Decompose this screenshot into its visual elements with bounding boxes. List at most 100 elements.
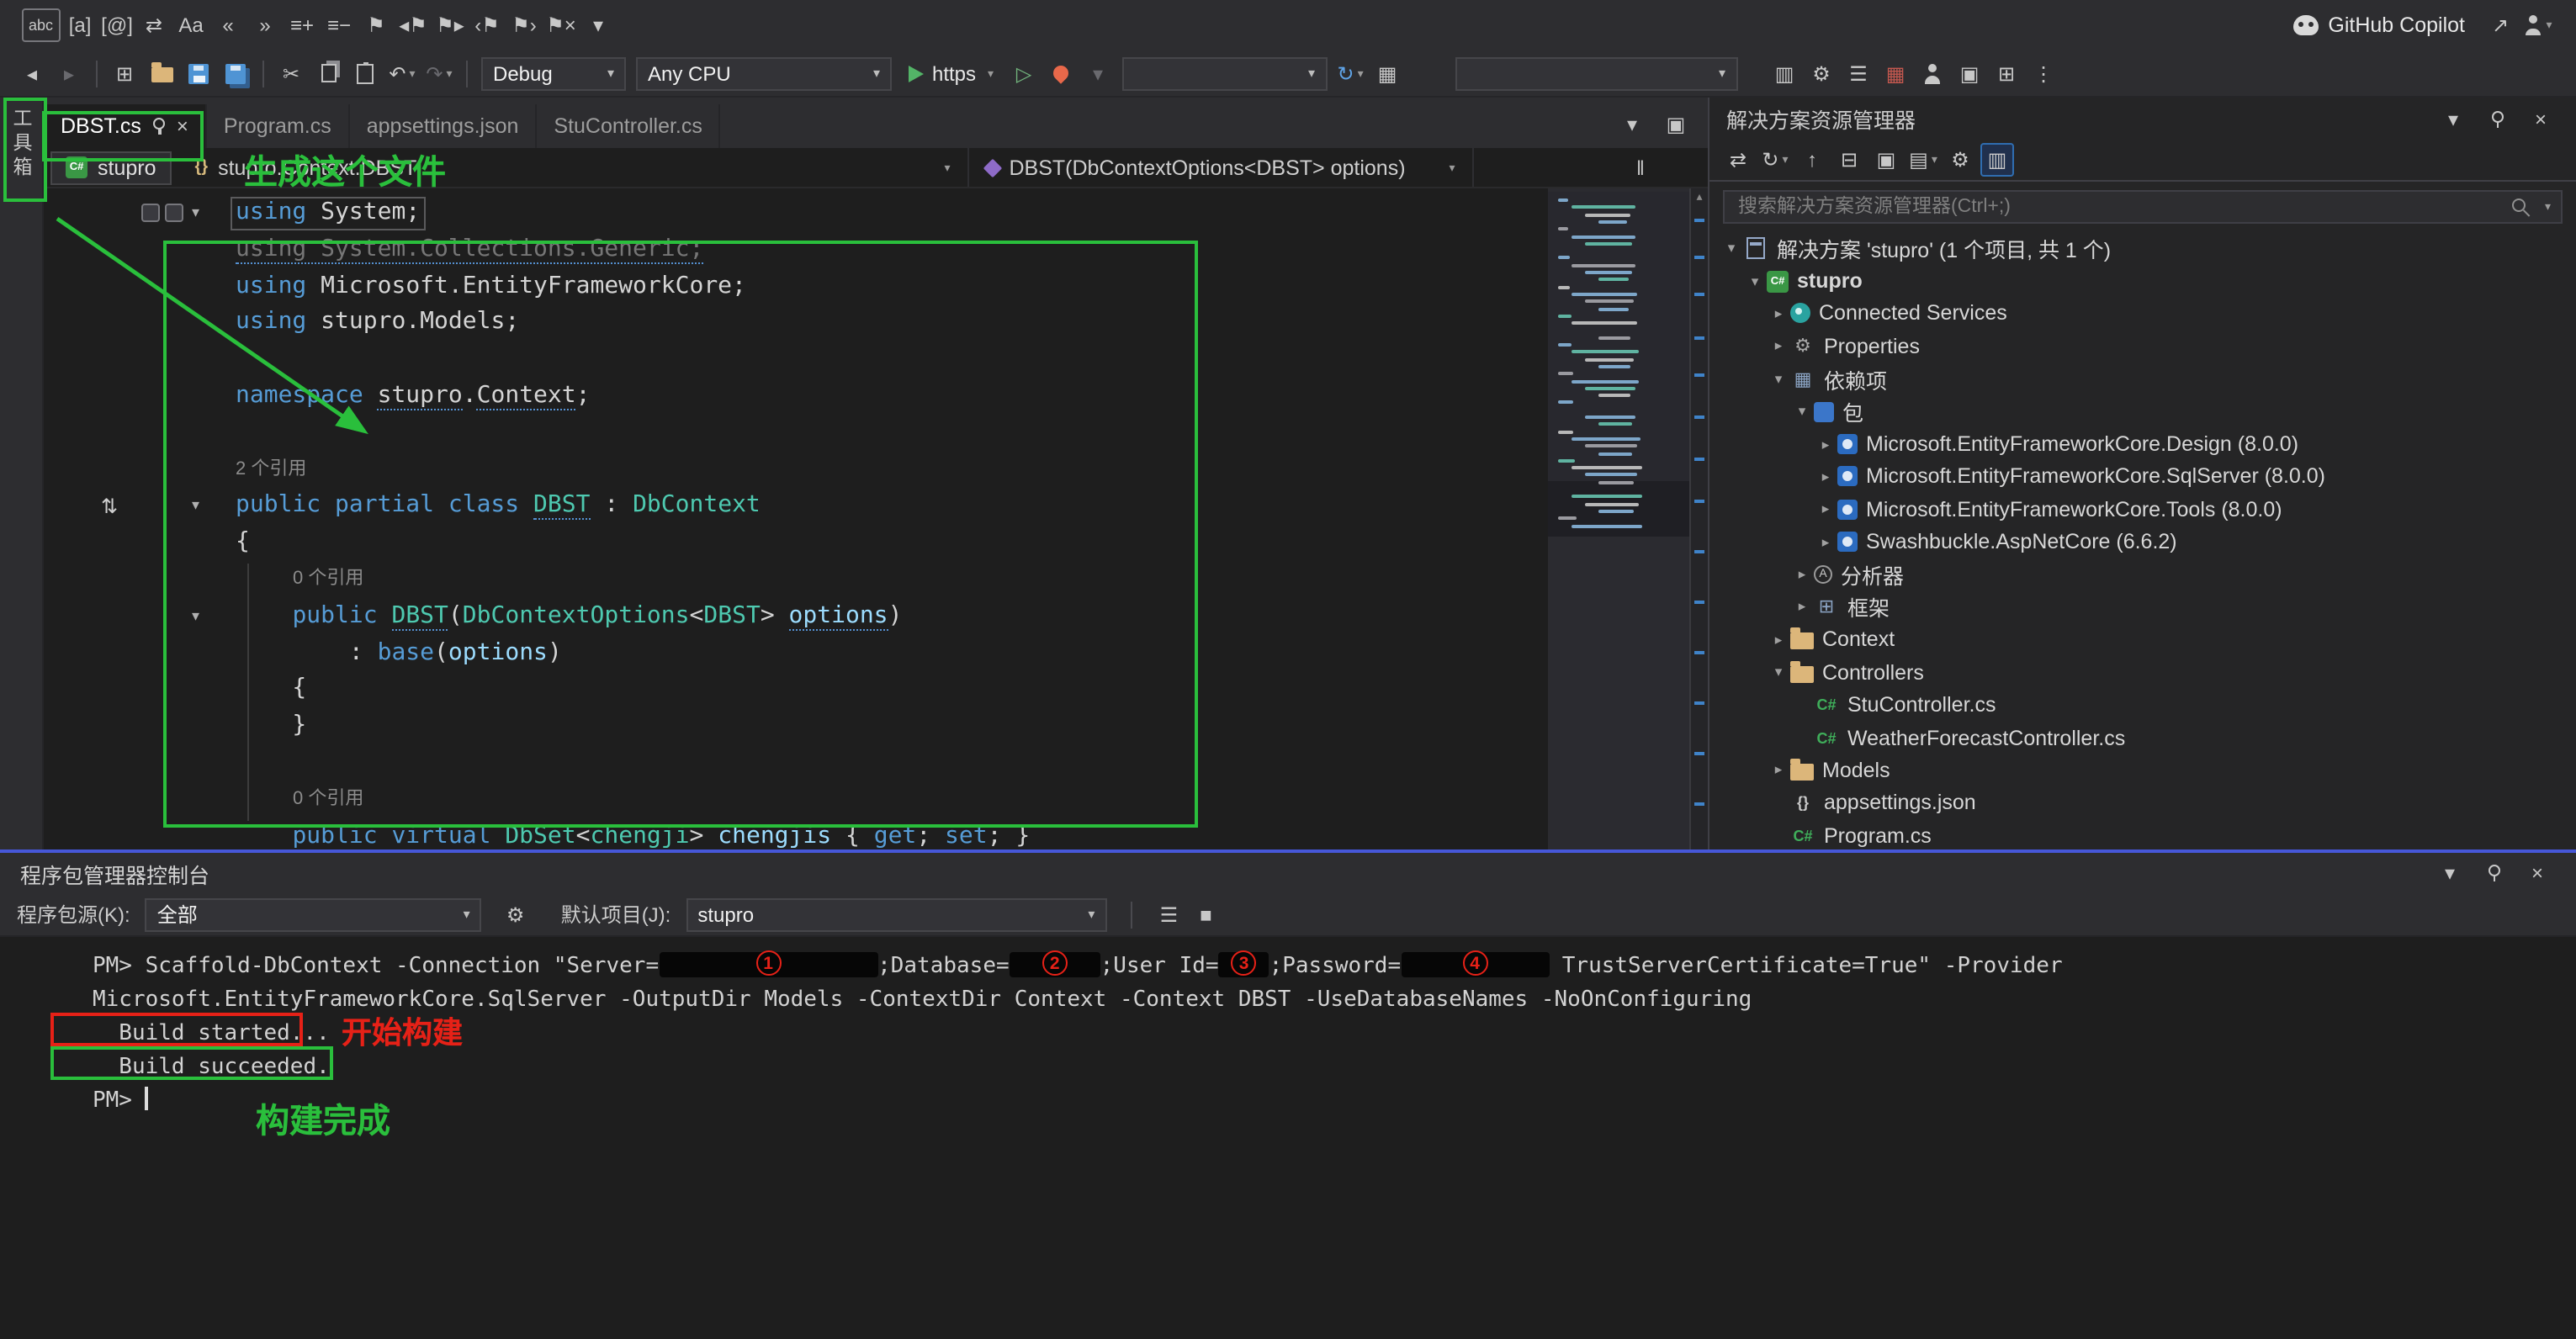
paste-icon[interactable] [348, 56, 382, 90]
cut-icon[interactable]: ✂ [274, 56, 308, 90]
tree-item[interactable]: appsettings.json [1709, 786, 2576, 819]
tree-expander-icon[interactable]: ▾ [1790, 402, 1814, 421]
spell-checker-icon[interactable]: abc [22, 8, 60, 42]
tree-item[interactable]: ▾包 [1709, 395, 2576, 428]
options-icon[interactable]: ⚙ [1805, 56, 1838, 90]
search-icon[interactable] [2513, 198, 2531, 216]
tree-item[interactable]: ▾解决方案 'stupro' (1 个项目, 共 1 个) [1709, 232, 2576, 265]
navigate-icon[interactable]: ⇄ [137, 8, 171, 42]
toolbar-options-icon[interactable]: ▾ [581, 8, 615, 42]
tree-expander-icon[interactable]: ▸ [1790, 565, 1814, 584]
tree-item[interactable]: ▾依赖项 [1709, 363, 2576, 395]
window-position-icon[interactable]: ▾ [2433, 856, 2467, 890]
next-bookmark-icon[interactable]: ⚑▸ [433, 8, 467, 42]
tree-item[interactable]: ▸Microsoft.EntityFrameworkCore.Tools (8.… [1709, 493, 2576, 526]
document-dropdown-icon[interactable]: ▾ [1615, 108, 1649, 141]
sync-with-active-document-icon[interactable]: ⇄ [1721, 143, 1755, 177]
previous-bookmark-folder-icon[interactable]: ‹⚑ [470, 8, 504, 42]
toggle-bookmark-icon[interactable]: ⚑ [359, 8, 393, 42]
collapse-chevron-icon[interactable]: ▾ [192, 599, 199, 636]
tab-program-cs[interactable]: Program.cs [207, 104, 350, 148]
tree-item[interactable]: ▸Microsoft.EntityFrameworkCore.Design (8… [1709, 428, 2576, 461]
tree-expander-icon[interactable]: ▸ [1814, 468, 1837, 486]
solution-platform-combo[interactable]: Any CPU▾ [636, 56, 892, 90]
navigate-forward-icon[interactable]: ▸ [52, 56, 86, 90]
github-copilot-button[interactable]: GitHub Copilot [2292, 13, 2465, 37]
tree-item[interactable]: ▸Properties [1709, 330, 2576, 363]
account-button[interactable]: ▾ [2520, 8, 2554, 42]
toolbox-tab[interactable]: 工具箱 [8, 108, 34, 181]
tree-item[interactable]: ▸框架 [1709, 591, 2576, 624]
window-options-icon[interactable]: ▣ [1659, 108, 1693, 141]
tree-item[interactable]: StuController.cs [1709, 689, 2576, 722]
tab-stucontroller-cs[interactable]: StuController.cs [537, 104, 720, 148]
tree-item[interactable]: ▾stupro [1709, 265, 2576, 298]
navigate-back-icon[interactable]: ◂ [15, 56, 49, 90]
uncomment-icon[interactable]: ≡− [322, 8, 356, 42]
tree-item[interactable]: ▾Controllers [1709, 656, 2576, 689]
navigate-up-icon[interactable]: ↑ [1795, 143, 1829, 177]
refresh-icon[interactable]: ↻▾ [1333, 56, 1367, 90]
pin-icon[interactable] [2477, 856, 2510, 890]
view-selector-icon[interactable]: ▤▾ [1906, 143, 1940, 177]
split-editor-icon[interactable]: ‖ [1624, 151, 1657, 184]
new-project-icon[interactable]: ⊞ [108, 56, 141, 90]
pin-icon[interactable] [2480, 102, 2514, 135]
indent-icon[interactable]: » [248, 8, 282, 42]
clear-bookmarks-icon[interactable]: ⚑× [544, 8, 578, 42]
save-all-icon[interactable] [219, 56, 252, 90]
properties-icon[interactable]: ⚙ [1943, 143, 1977, 177]
search-input[interactable] [1735, 195, 2503, 219]
minimap[interactable] [1548, 188, 1689, 849]
feedback-icon[interactable]: ⊞ [1990, 56, 2023, 90]
stop-icon[interactable]: ■ [1189, 897, 1222, 931]
undo-icon[interactable]: ↶▾ [385, 56, 419, 90]
search-options-caret-icon[interactable]: ▾ [2545, 200, 2551, 214]
tree-item[interactable]: ▸Models [1709, 754, 2576, 787]
package-source-settings-icon[interactable]: ⚙ [499, 897, 533, 931]
tree-item[interactable]: ▸Context [1709, 623, 2576, 656]
preview-selected-items-icon[interactable]: ▥ [1980, 143, 2014, 177]
close-icon[interactable]: × [2524, 102, 2557, 135]
suggestion-margin-icon-2[interactable] [165, 204, 183, 222]
copy-icon[interactable] [311, 56, 345, 90]
scrollbar-up-icon[interactable]: ▴ [1691, 190, 1708, 204]
share-icon[interactable]: ↗ [2483, 8, 2517, 42]
code-cleanup-icon[interactable]: [a] [63, 8, 97, 42]
start-debugging-button[interactable]: https▾ [897, 61, 1005, 85]
save-icon[interactable] [182, 56, 215, 90]
error-list-icon[interactable]: ▦ [1879, 56, 1912, 90]
open-folder-icon[interactable] [145, 56, 178, 90]
outdent-icon[interactable]: « [211, 8, 245, 42]
tab-appsettings-json[interactable]: appsettings.json [350, 104, 538, 148]
tree-item[interactable]: Program.cs [1709, 819, 2576, 849]
collapse-all-icon[interactable]: ⊟ [1832, 143, 1866, 177]
toolbar-overflow-icon[interactable]: ⋮ [2027, 56, 2060, 90]
tree-expander-icon[interactable]: ▸ [1767, 761, 1790, 780]
window-position-icon[interactable]: ▾ [2436, 102, 2470, 135]
tree-expander-icon[interactable]: ▸ [1767, 631, 1790, 649]
type-dropdown[interactable]: stupro.Context.DBST ▾ [178, 148, 969, 187]
tree-item[interactable]: ▸Connected Services [1709, 298, 2576, 331]
tree-expander-icon[interactable]: ▸ [1814, 435, 1837, 453]
member-dropdown-icon[interactable]: [@] [100, 8, 134, 42]
tree-item[interactable]: ▸Microsoft.EntityFrameworkCore.SqlServer… [1709, 460, 2576, 493]
codelens-line[interactable]: 2 个引用 [44, 452, 1708, 489]
close-icon[interactable]: × [2520, 856, 2554, 890]
inheritance-margin-icon[interactable]: ⇅ [101, 495, 118, 518]
tree-expander-icon[interactable]: ▸ [1767, 304, 1790, 323]
show-all-files-icon[interactable]: ▣ [1869, 143, 1903, 177]
terminal-icon[interactable]: ▥ [1768, 56, 1801, 90]
previous-bookmark-icon[interactable]: ◂⚑ [396, 8, 430, 42]
window-layout-icon[interactable]: ▣ [1953, 56, 1986, 90]
clear-console-icon[interactable]: ☰ [1152, 897, 1185, 931]
toolbar-search-combo[interactable]: ▾ [1121, 56, 1327, 90]
close-icon[interactable]: × [177, 114, 188, 138]
web-browser-icon[interactable]: ▦ [1370, 56, 1404, 90]
task-list-icon[interactable]: ☰ [1842, 56, 1875, 90]
tree-expander-icon[interactable]: ▸ [1814, 500, 1837, 519]
start-without-debugging-icon[interactable]: ▷ [1007, 56, 1041, 90]
tree-expander-icon[interactable]: ▾ [1743, 272, 1767, 290]
collapse-chevron-icon[interactable]: ▾ [192, 195, 199, 232]
member-dropdown[interactable]: DBST(DbContextOptions<DBST> options) ▾ [969, 148, 1474, 187]
